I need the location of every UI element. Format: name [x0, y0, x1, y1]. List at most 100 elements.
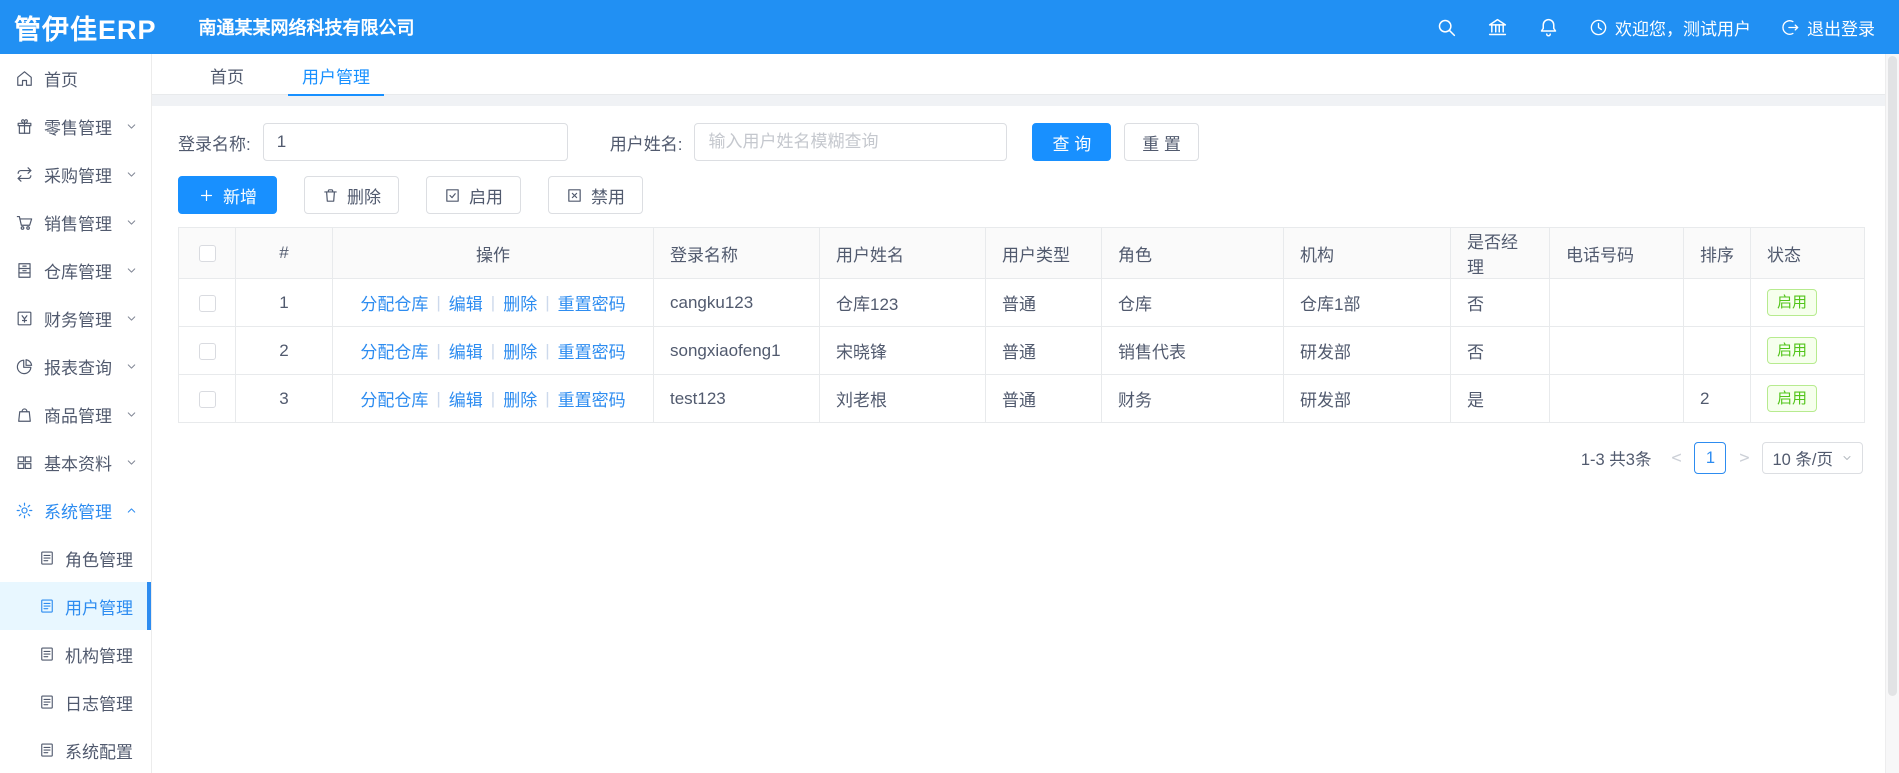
- col-manager: 是否经理: [1450, 227, 1550, 279]
- header-actions: 欢迎您，测试用户 退出登录: [1436, 15, 1875, 40]
- current-page-button[interactable]: 1: [1694, 442, 1727, 474]
- select-all-checkbox[interactable]: [198, 245, 216, 263]
- sidebar-item-label: 报表查询: [44, 358, 112, 378]
- search-form: 登录名称: 用户姓名: 查 询 重 置: [178, 123, 1865, 161]
- prev-page-button[interactable]: <: [1669, 448, 1683, 468]
- welcome-text: 欢迎您，测试用户: [1615, 19, 1751, 39]
- company-name: 南通某某网络科技有限公司: [198, 18, 415, 38]
- sidebar-item-purchase[interactable]: 采购管理: [0, 150, 151, 198]
- user-mgmt-panel: 登录名称: 用户姓名: 查 询 重 置 新增 删除: [152, 106, 1899, 773]
- sidebar-item-label: 机构管理: [65, 646, 133, 666]
- chevron-down-icon: [125, 312, 138, 325]
- cell-login: test123: [653, 374, 820, 423]
- col-login: 登录名称: [653, 227, 820, 279]
- app-logo: 管伊佳ERP: [14, 14, 157, 45]
- cell-sort: [1683, 278, 1751, 327]
- sidebar-item-org-mgmt[interactable]: 机构管理: [0, 630, 151, 678]
- cell-name: 刘老根: [819, 374, 986, 423]
- sidebar-item-home[interactable]: 首页: [0, 54, 151, 102]
- row-actions: 分配仓库 | 编辑 | 删除 | 重置密码: [337, 386, 649, 411]
- scrollbar[interactable]: [1885, 54, 1899, 773]
- row-index: 2: [235, 326, 333, 375]
- tab-bar: 首页 用户管理: [152, 54, 1899, 96]
- sales-icon: [15, 213, 34, 232]
- edit-link[interactable]: 编辑: [449, 290, 483, 315]
- clock-icon: [1590, 19, 1607, 35]
- sidebar-item-sys-config[interactable]: 系统配置: [0, 726, 151, 773]
- cell-org: 仓库1部: [1283, 278, 1451, 327]
- row-checkbox[interactable]: [198, 390, 216, 408]
- user-name-input[interactable]: [694, 123, 1008, 161]
- bell-icon[interactable]: [1538, 17, 1559, 38]
- sidebar-item-system[interactable]: 系统管理: [0, 486, 151, 534]
- query-button[interactable]: 查 询: [1032, 123, 1112, 161]
- cell-org: 研发部: [1283, 374, 1451, 423]
- table-row: 2 分配仓库 | 编辑 | 删除 | 重置密码 songxiaofeng1 宋晓锋 普通 销…: [178, 326, 1865, 375]
- welcome-user[interactable]: 欢迎您，测试用户: [1589, 15, 1751, 40]
- next-page-button[interactable]: >: [1737, 448, 1751, 468]
- assign-warehouse-link[interactable]: 分配仓库: [360, 290, 428, 315]
- logout-button[interactable]: 退出登录: [1781, 15, 1875, 40]
- add-button[interactable]: 新增: [178, 176, 277, 214]
- row-actions: 分配仓库 | 编辑 | 删除 | 重置密码: [337, 338, 649, 363]
- sidebar-item-label: 商品管理: [44, 406, 112, 426]
- sidebar-item-basic[interactable]: 基本资料: [0, 438, 151, 486]
- delete-link[interactable]: 删除: [503, 386, 537, 411]
- search-icon[interactable]: [1436, 17, 1457, 38]
- sidebar-item-label: 系统管理: [44, 502, 112, 522]
- col-status: 状态: [1750, 227, 1865, 279]
- scrollbar-thumb[interactable]: [1888, 56, 1897, 696]
- reset-password-link[interactable]: 重置密码: [558, 338, 626, 363]
- delete-link[interactable]: 删除: [503, 290, 537, 315]
- sidebar-item-label: 基本资料: [44, 454, 112, 474]
- tab-home[interactable]: 首页: [196, 54, 258, 96]
- row-checkbox[interactable]: [198, 342, 216, 360]
- reset-password-link[interactable]: 重置密码: [558, 386, 626, 411]
- doc-icon: [38, 645, 56, 663]
- tab-user-mgmt[interactable]: 用户管理: [288, 54, 384, 96]
- sidebar-item-label: 采购管理: [44, 166, 112, 186]
- logout-text: 退出登录: [1807, 19, 1875, 39]
- edit-link[interactable]: 编辑: [449, 386, 483, 411]
- bank-icon[interactable]: [1487, 17, 1508, 38]
- cell-role: 销售代表: [1101, 326, 1284, 375]
- delete-link[interactable]: 删除: [503, 338, 537, 363]
- plus-icon: [198, 187, 215, 204]
- warehouse-icon: [15, 261, 34, 280]
- table-row: 3 分配仓库 | 编辑 | 删除 | 重置密码 test123 刘老根 普通 财务 研发部 …: [178, 374, 1865, 423]
- cell-login: cangku123: [653, 278, 820, 327]
- top-header: 管伊佳ERP 南通某某网络科技有限公司 欢迎您，测试用户 退出登录: [0, 0, 1899, 54]
- disable-button[interactable]: 禁用: [548, 176, 643, 214]
- edit-link[interactable]: 编辑: [449, 338, 483, 363]
- sidebar-item-retail[interactable]: 零售管理: [0, 102, 151, 150]
- table-header-row: # 操作 登录名称 用户姓名 用户类型 角色 机构 是否经理 电话号码 排序 状…: [178, 227, 1865, 279]
- sidebar-item-warehouse[interactable]: 仓库管理: [0, 246, 151, 294]
- assign-warehouse-link[interactable]: 分配仓库: [360, 386, 428, 411]
- sidebar-item-log-mgmt[interactable]: 日志管理: [0, 678, 151, 726]
- page-size-select[interactable]: 10 条/页: [1762, 442, 1863, 474]
- sidebar-item-label: 日志管理: [65, 694, 133, 714]
- chevron-down-icon: [125, 264, 138, 277]
- cell-phone: [1549, 326, 1684, 375]
- enable-button[interactable]: 启用: [426, 176, 521, 214]
- sidebar-item-sales[interactable]: 销售管理: [0, 198, 151, 246]
- sidebar-item-report[interactable]: 报表查询: [0, 342, 151, 390]
- gear-icon: [15, 501, 34, 520]
- sidebar-item-goods[interactable]: 商品管理: [0, 390, 151, 438]
- delete-button[interactable]: 删除: [304, 176, 399, 214]
- cell-org: 研发部: [1283, 326, 1451, 375]
- status-badge: 启用: [1767, 336, 1818, 365]
- chevron-down-icon: [125, 168, 138, 181]
- login-name-input[interactable]: [262, 123, 568, 161]
- sidebar-item-role-mgmt[interactable]: 角色管理: [0, 534, 151, 582]
- reset-password-link[interactable]: 重置密码: [558, 290, 626, 315]
- assign-warehouse-link[interactable]: 分配仓库: [360, 338, 428, 363]
- user-table: # 操作 登录名称 用户姓名 用户类型 角色 机构 是否经理 电话号码 排序 状…: [178, 227, 1865, 423]
- main-area: 首页 零售管理 采购管理 销售管理 仓库管理 财务管理 报表查询 商品管理 基本…: [0, 54, 1899, 773]
- cell-name: 宋晓锋: [819, 326, 986, 375]
- row-checkbox[interactable]: [198, 294, 216, 312]
- sidebar-item-finance[interactable]: 财务管理: [0, 294, 151, 342]
- sidebar-item-user-mgmt[interactable]: 用户管理: [0, 582, 151, 630]
- reset-button[interactable]: 重 置: [1124, 123, 1199, 161]
- chevron-up-icon: [125, 504, 138, 517]
